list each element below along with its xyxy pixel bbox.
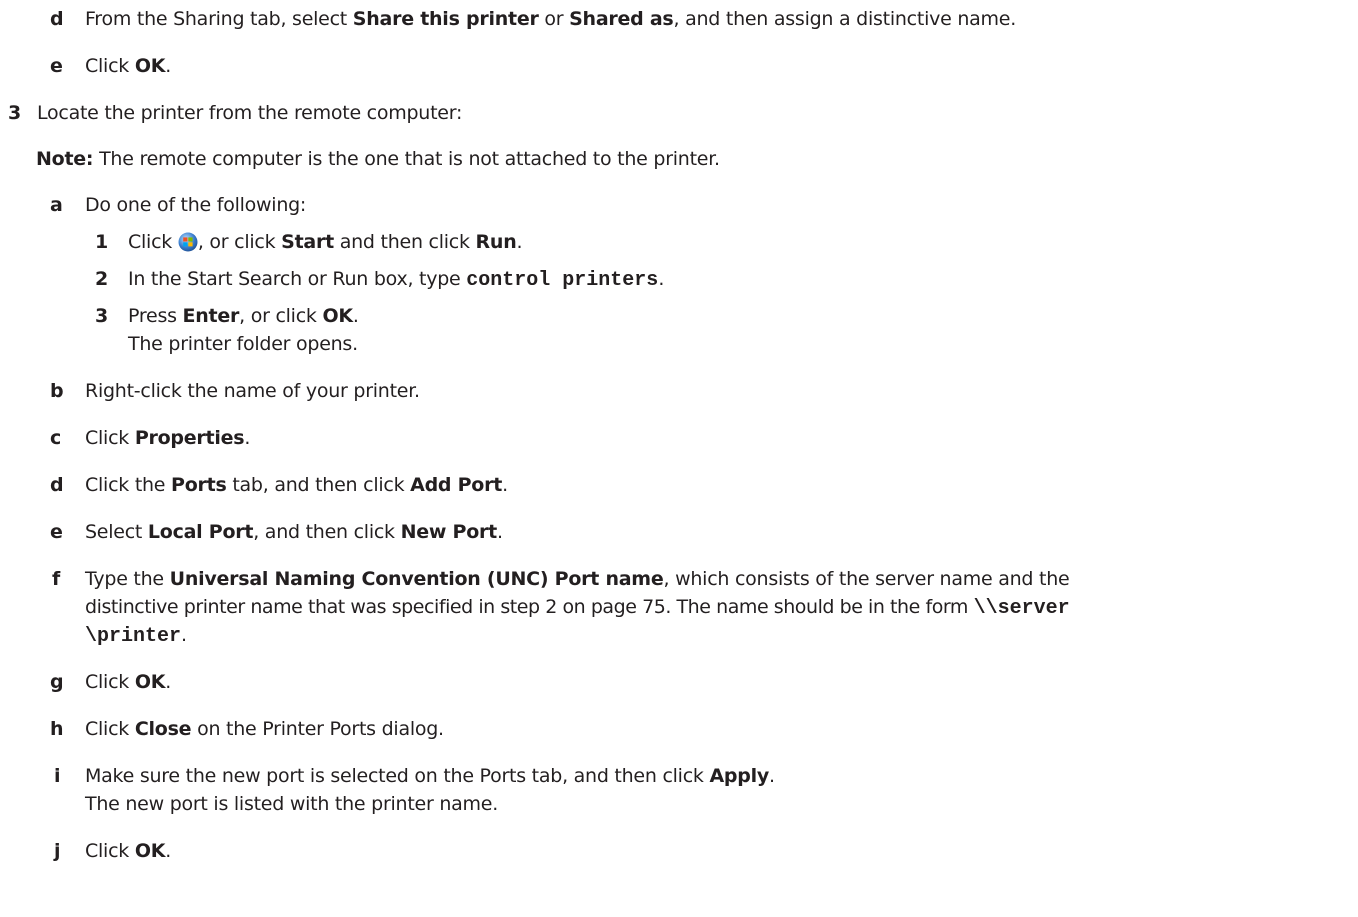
step-letter: b [50, 380, 64, 402]
step-letter: e [50, 521, 63, 543]
step-letter: g [50, 671, 64, 693]
step-g-click-ok: Click OK. [85, 671, 171, 693]
step-e-click-ok: Click OK. [85, 55, 171, 77]
substep-number: 2 [95, 268, 108, 290]
step-number: 3 [8, 102, 21, 124]
substep-3: Press Enter, or click OK. [128, 305, 359, 327]
substep-1: Click , or click Start and then click Ru… [128, 231, 523, 253]
windows-start-orb-icon [178, 232, 198, 252]
step-d-sharing: From the Sharing tab, select Share this … [85, 8, 1017, 30]
substep-3-result: The printer folder opens. [128, 333, 358, 355]
step-letter: d [50, 474, 64, 496]
step-d-ports: Click the Ports tab, and then click Add … [85, 474, 508, 496]
step-i-apply: Make sure the new port is selected on th… [85, 765, 775, 787]
substep-number: 1 [95, 231, 108, 253]
substep-2: In the Start Search or Run box, type con… [128, 268, 665, 292]
step-3-locate: Locate the printer from the remote compu… [37, 102, 463, 124]
step-i-result: The new port is listed with the printer … [85, 793, 499, 815]
step-f-unc-line3: \printer. [85, 624, 187, 648]
step-letter: h [50, 718, 64, 740]
note: Note: The remote computer is the one tha… [36, 148, 720, 170]
step-c-properties: Click Properties. [85, 427, 251, 449]
step-letter: d [50, 8, 64, 30]
step-j-click-ok: Click OK. [85, 840, 171, 862]
step-letter: c [50, 427, 62, 449]
step-letter: f [52, 568, 61, 590]
step-letter: j [54, 840, 61, 862]
substep-number: 3 [95, 305, 108, 327]
step-h-close: Click Close on the Printer Ports dialog. [85, 718, 444, 740]
step-letter: a [50, 194, 63, 216]
step-b-right-click: Right-click the name of your printer. [85, 380, 420, 402]
step-e-local-port: Select Local Port, and then click New Po… [85, 521, 503, 543]
step-a-text: Do one of the following: [85, 194, 307, 216]
step-f-unc-line2: distinctive printer name that was specif… [85, 596, 1070, 620]
step-letter: e [50, 55, 63, 77]
step-letter: i [54, 765, 61, 787]
step-f-unc-line1: Type the Universal Naming Convention (UN… [85, 568, 1070, 590]
